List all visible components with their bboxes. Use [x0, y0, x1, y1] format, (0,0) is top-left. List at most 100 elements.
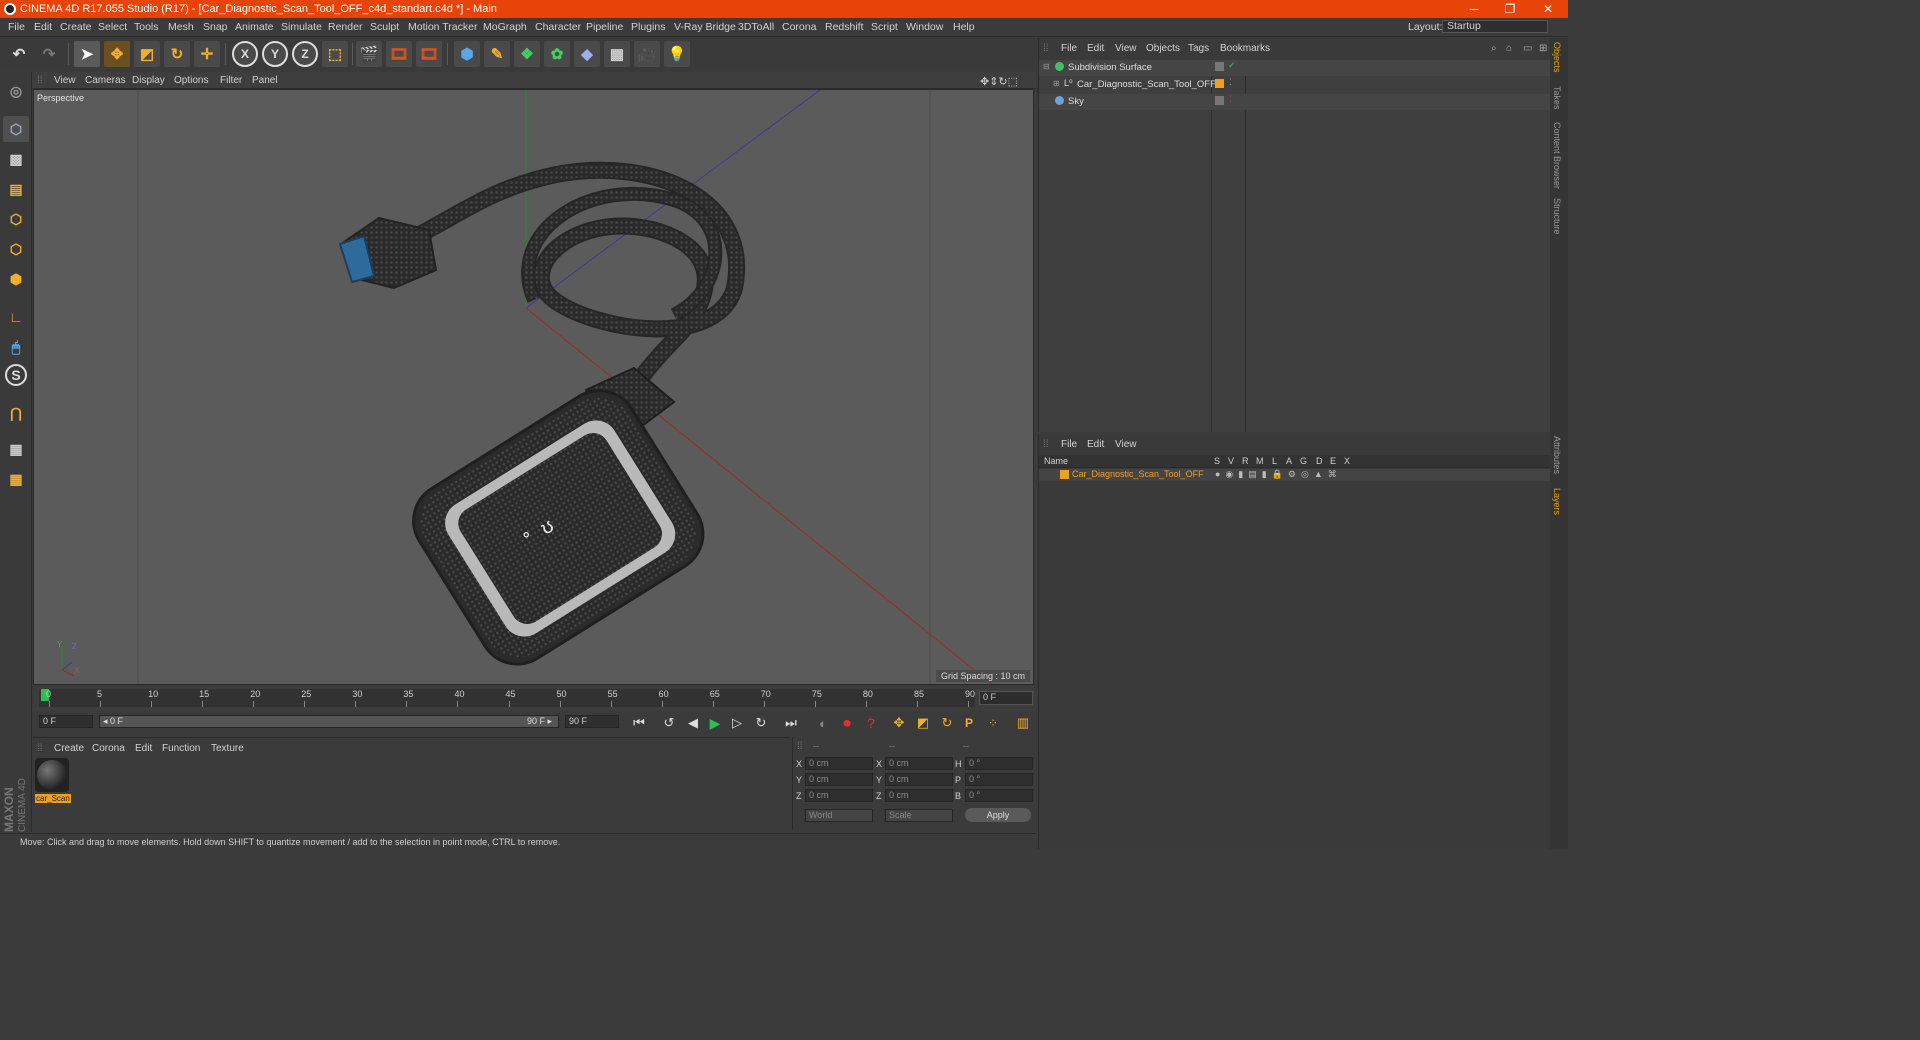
axis-mode-icon[interactable]: ∟	[3, 304, 29, 330]
menu-vray-bridge[interactable]: V-Ray Bridge	[674, 21, 736, 33]
polygons-mode-icon[interactable]: ⬢	[3, 266, 29, 292]
layer-menu-edit[interactable]: Edit	[1087, 439, 1104, 450]
end-frame-field[interactable]: 90 F	[565, 715, 619, 728]
layer-name[interactable]: Car_Diagnostic_Scan_Tool_OFF	[1072, 469, 1204, 479]
obj-menu-edit[interactable]: Edit	[1087, 43, 1104, 54]
key-position-icon[interactable]: ✥	[889, 713, 909, 733]
menu-pipeline[interactable]: Pipeline	[586, 21, 623, 33]
current-frame-field[interactable]: 0 F	[979, 691, 1033, 705]
mat-menu-function[interactable]: Function	[162, 743, 200, 754]
layer-swatch-icon[interactable]	[1215, 96, 1224, 105]
menu-help[interactable]: Help	[953, 21, 975, 33]
render-settings-icon[interactable]: 🎞	[416, 41, 442, 67]
tab-content-browser[interactable]: Content Browser	[1552, 122, 1562, 189]
layer-menu-view[interactable]: View	[1115, 439, 1137, 450]
obj-search-icon[interactable]: ⌕	[1491, 43, 1497, 54]
goto-end-icon[interactable]: ⏭	[781, 713, 801, 733]
menu-tools[interactable]: Tools	[134, 21, 159, 33]
record-icon[interactable]: ⏺	[837, 713, 857, 733]
camera-icon[interactable]: 🎥	[634, 41, 660, 67]
object-row[interactable]: ⊞ L⁰ Car_Diagnostic_Scan_Tool_OFF ⁚	[1039, 77, 1551, 93]
start-frame-field[interactable]: 0 F	[39, 715, 93, 728]
mat-menu-corona[interactable]: Corona	[92, 743, 125, 754]
obj-layers-icon[interactable]: ▭	[1523, 43, 1532, 54]
coord-size-y-field[interactable]: 0 cm	[885, 773, 953, 786]
key-rotation-icon[interactable]: ↻	[937, 713, 957, 733]
solo-mode-icon[interactable]: S	[5, 364, 27, 386]
menu-snap[interactable]: Snap	[203, 21, 228, 33]
layer-color-swatch[interactable]	[1060, 470, 1069, 479]
snap-magnet-icon[interactable]: ⋂	[3, 400, 29, 426]
menu-create[interactable]: Create	[60, 21, 92, 33]
select-arrow-icon[interactable]: ➤	[74, 41, 100, 67]
world-select[interactable]: World	[805, 809, 873, 822]
mat-menu-edit[interactable]: Edit	[135, 743, 152, 754]
tab-objects[interactable]: Objects	[1552, 42, 1562, 73]
key-param-icon[interactable]: P	[959, 713, 979, 733]
vp-menu-panel[interactable]: Panel	[252, 75, 278, 86]
planar-workplane-icon[interactable]: ▦	[3, 466, 29, 492]
axis-y-button[interactable]: Y	[262, 41, 288, 67]
play-icon[interactable]: ▶	[705, 713, 725, 733]
step-forward-icon[interactable]: ▷	[727, 713, 747, 733]
visibility-check-icon[interactable]: ✓	[1228, 60, 1236, 71]
cube-primitive-icon[interactable]: ⬢	[454, 41, 480, 67]
layer-swatch-icon[interactable]	[1215, 79, 1224, 88]
step-back-icon[interactable]: ◀	[683, 713, 703, 733]
model-mode-icon[interactable]: ⬡	[3, 116, 29, 142]
viewport-perspective[interactable]: ᐤ ʊ Perspective Y Z X Grid Spacing : 10 …	[33, 89, 1034, 685]
object-name[interactable]: Sky	[1068, 96, 1084, 107]
vp-menu-options[interactable]: Options	[174, 75, 208, 86]
minimize-button[interactable]: ─	[1456, 0, 1492, 18]
obj-expand-icon[interactable]: ⊞	[1539, 43, 1547, 54]
workplane-icon[interactable]: ▤	[3, 176, 29, 202]
vp-menu-filter[interactable]: Filter	[220, 75, 242, 86]
tab-layers[interactable]: Layers	[1552, 488, 1562, 515]
layout-select[interactable]: Startup	[1442, 20, 1548, 33]
close-button[interactable]: ✕	[1530, 0, 1566, 18]
mat-menu-create[interactable]: Create	[54, 743, 84, 754]
tab-attributes[interactable]: Attributes	[1552, 436, 1562, 474]
coord-pos-y-field[interactable]: 0 cm	[805, 773, 873, 786]
light-icon[interactable]: 💡	[664, 41, 690, 67]
make-editable-icon[interactable]: ◎	[3, 78, 29, 104]
layer-menu-file[interactable]: File	[1061, 439, 1077, 450]
menu-edit[interactable]: Edit	[34, 21, 52, 33]
transform-icon[interactable]: ✛	[194, 41, 220, 67]
object-row[interactable]: Sky ⁚	[1039, 94, 1551, 110]
tab-takes[interactable]: Takes	[1552, 86, 1562, 110]
apply-button[interactable]: Apply	[965, 808, 1031, 822]
coord-rot-p-field[interactable]: 0 °	[965, 773, 1033, 786]
menu-file[interactable]: File	[8, 21, 25, 33]
visibility-dots-icon[interactable]: ⁚	[1229, 94, 1232, 105]
menu-mograph[interactable]: MoGraph	[483, 21, 527, 33]
menu-corona[interactable]: Corona	[782, 21, 816, 33]
axis-z-button[interactable]: Z	[292, 41, 318, 67]
object-row[interactable]: ⊟ Subdivision Surface ✓	[1039, 60, 1551, 76]
vp-menu-view[interactable]: View	[54, 75, 76, 86]
vp-menu-cameras[interactable]: Cameras	[85, 75, 126, 86]
motion-record-icon[interactable]: ◐	[813, 713, 833, 733]
object-name[interactable]: Subdivision Surface	[1068, 62, 1152, 73]
timeline-ruler[interactable]: 0 5 10 15 20 25 30 35 40 45 50 55 60 65 70 75 80 85 90 0 F	[33, 687, 1036, 711]
material-name[interactable]: car_Scan	[35, 794, 71, 803]
coord-rot-h-field[interactable]: 0 °	[965, 757, 1033, 770]
material-thumbnail[interactable]	[35, 758, 69, 792]
obj-home-icon[interactable]: ⌂	[1506, 43, 1512, 54]
menu-render[interactable]: Render	[328, 21, 362, 33]
obj-menu-tags[interactable]: Tags	[1188, 43, 1209, 54]
menu-simulate[interactable]: Simulate	[281, 21, 322, 33]
lock-workplane-icon[interactable]: ▦	[3, 436, 29, 462]
axis-x-button[interactable]: X	[232, 41, 258, 67]
menu-sculpt[interactable]: Sculpt	[370, 21, 399, 33]
obj-menu-view[interactable]: View	[1115, 43, 1137, 54]
coord-size-x-field[interactable]: 0 cm	[885, 757, 953, 770]
points-mode-icon[interactable]: ⬡	[3, 206, 29, 232]
menu-redshift[interactable]: Redshift	[825, 21, 864, 33]
redo-icon[interactable]: ↷	[36, 41, 62, 67]
layer-swatch-icon[interactable]	[1215, 62, 1224, 71]
visibility-dots-icon[interactable]: ⁚	[1229, 77, 1232, 88]
maximize-button[interactable]: ❐	[1492, 0, 1528, 18]
obj-menu-bookmarks[interactable]: Bookmarks	[1220, 43, 1270, 54]
rotate-icon[interactable]: ↻	[164, 41, 190, 67]
